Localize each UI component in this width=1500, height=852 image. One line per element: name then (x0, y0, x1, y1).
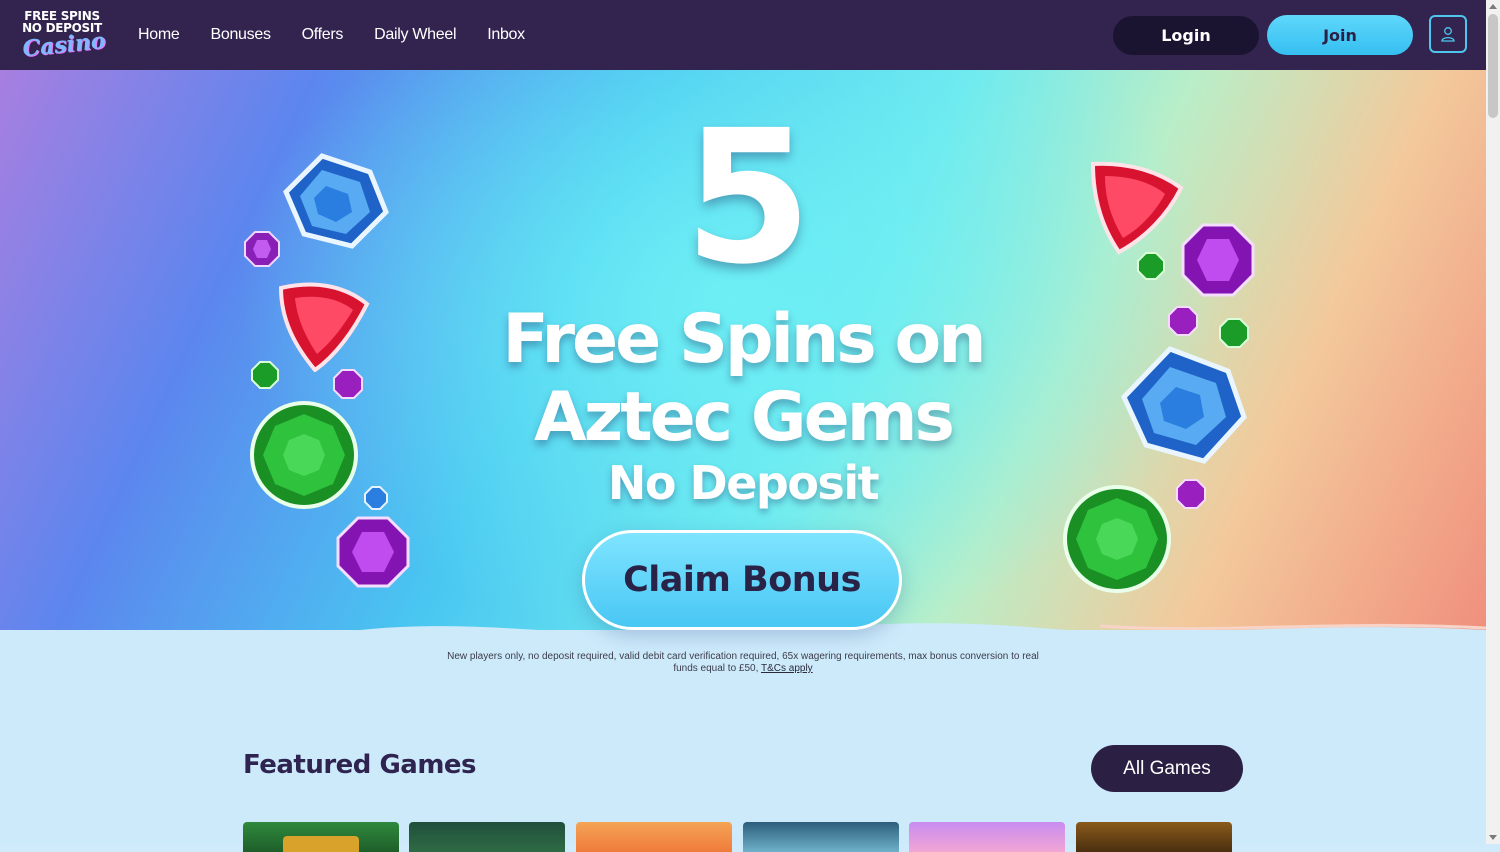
red-gem-icon (1090, 161, 1184, 255)
purple-gem-small-icon (333, 369, 363, 399)
purple-gem-icon (336, 516, 410, 588)
blue-gem-icon (283, 153, 389, 249)
join-button[interactable]: Join (1267, 15, 1413, 55)
nav-home[interactable]: Home (138, 26, 180, 44)
scroll-up-arrow-icon[interactable] (1489, 4, 1497, 9)
nav-inbox[interactable]: Inbox (487, 26, 525, 44)
site-logo[interactable]: FREE SPINS NO DEPOSIT Casino (14, 8, 110, 63)
scroll-down-arrow-icon[interactable] (1489, 835, 1497, 840)
game-thumbnail-1[interactable] (243, 822, 399, 852)
main-nav: Home Bonuses Offers Daily Wheel Inbox (138, 0, 556, 70)
game-thumbnail-4[interactable] (743, 822, 899, 852)
game-thumbnail-5[interactable] (909, 822, 1065, 852)
account-button[interactable] (1429, 15, 1467, 53)
green-gem-icon (250, 401, 358, 509)
green-gem-small-icon (251, 361, 279, 389)
game-thumbnail-6[interactable] (1076, 822, 1232, 852)
hero-subheadline: No Deposit (607, 456, 880, 510)
blue-gem-icon (1121, 346, 1247, 464)
spins-count: 5 (683, 91, 812, 305)
red-gem-icon (278, 282, 370, 372)
green-gem-icon (1063, 485, 1171, 593)
purple-gem-small-icon (244, 231, 280, 267)
green-gem-small-icon (1219, 318, 1249, 348)
purple-gem-small-icon (1168, 306, 1198, 336)
nav-offers[interactable]: Offers (302, 26, 344, 44)
featured-games-heading: Featured Games (243, 750, 477, 780)
hero-headline-line-2: Aztec Gems (533, 378, 955, 457)
login-button[interactable]: Login (1113, 16, 1259, 55)
disclaimer-text: New players only, no deposit required, v… (447, 651, 1039, 674)
game-thumbnail-3[interactable] (576, 822, 732, 852)
scrollbar-thumb[interactable] (1488, 14, 1498, 118)
purple-gem-small-icon (1176, 479, 1206, 509)
user-icon (1441, 27, 1455, 42)
game-thumbnail-2[interactable] (409, 822, 565, 852)
site-header: FREE SPINS NO DEPOSIT Casino Home Bonuse… (0, 0, 1486, 70)
nav-daily-wheel[interactable]: Daily Wheel (374, 26, 456, 44)
all-games-button[interactable]: All Games (1091, 745, 1243, 792)
page-scrollbar[interactable] (1486, 0, 1500, 844)
green-gem-small-icon (1137, 252, 1165, 280)
hero-headline-line-1: Free Spins on (502, 300, 986, 379)
purple-gem-icon (1181, 223, 1255, 297)
bonus-disclaimer: New players only, no deposit required, v… (440, 651, 1046, 675)
nav-bonuses[interactable]: Bonuses (210, 26, 270, 44)
terms-link[interactable]: T&Cs apply (761, 663, 813, 674)
blue-gem-small-icon (364, 486, 388, 510)
claim-bonus-button[interactable]: Claim Bonus (582, 530, 902, 630)
